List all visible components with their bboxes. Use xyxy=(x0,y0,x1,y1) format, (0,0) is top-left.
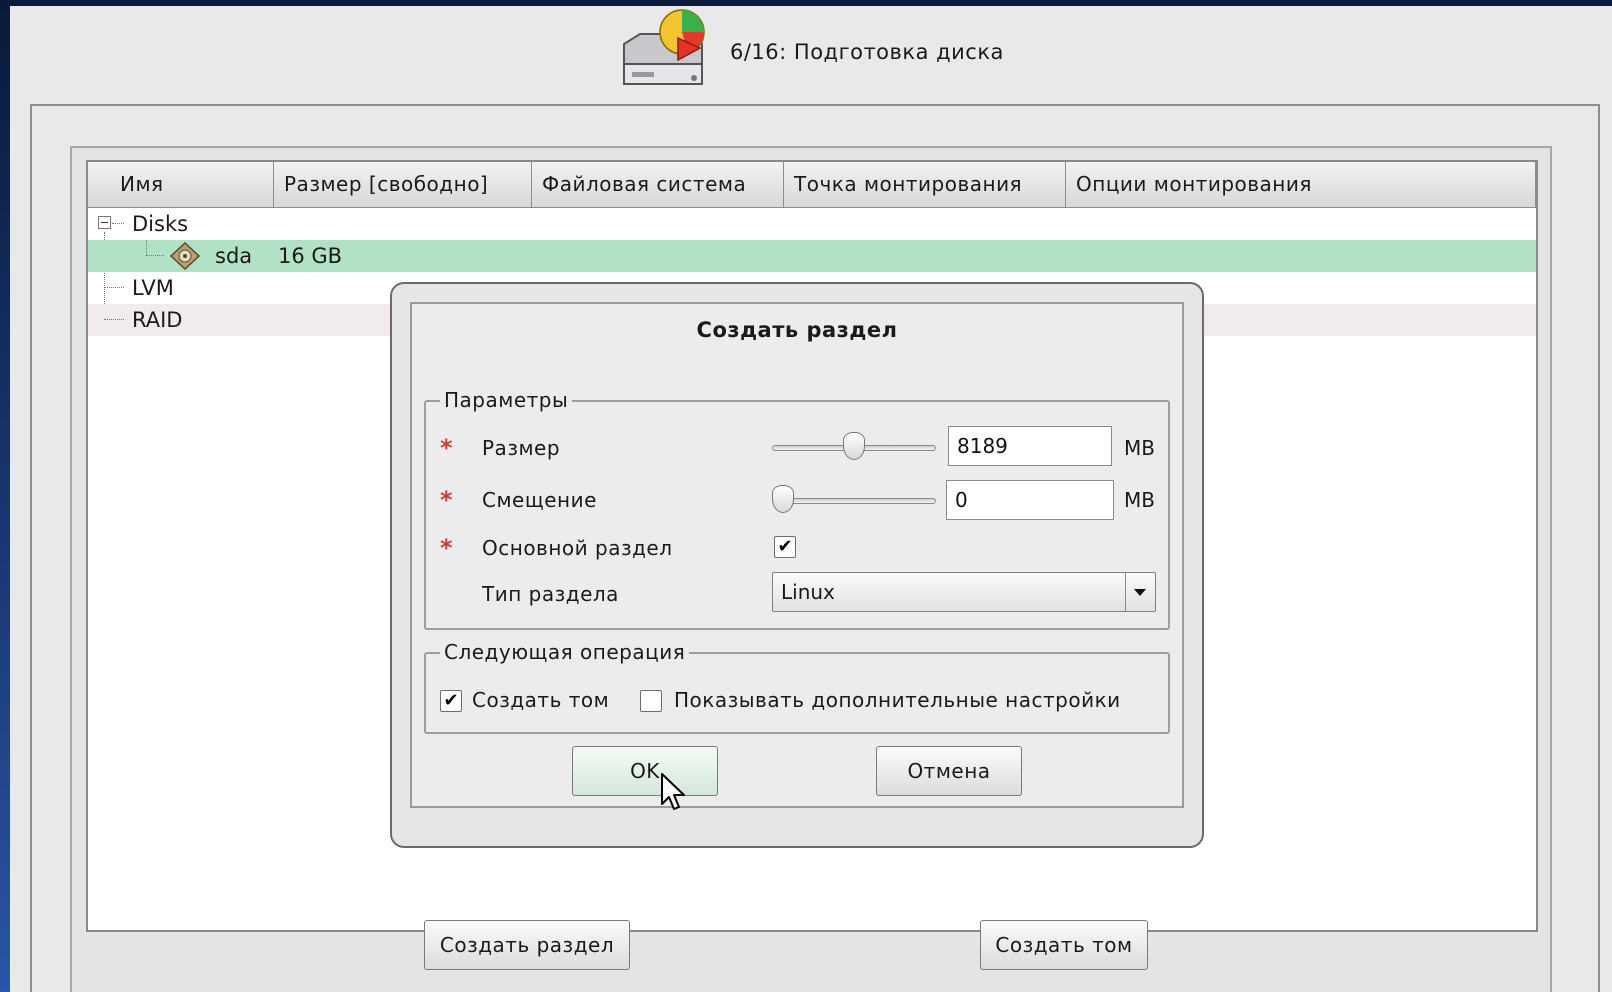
create-volume-checkbox[interactable]: ✔ xyxy=(440,690,462,712)
column-header-filesystem[interactable]: Файловая система xyxy=(532,162,784,208)
create-partition-dialog: Создать раздел Параметры * Размер MB * С… xyxy=(390,282,1204,848)
tree-label-raid: RAID xyxy=(132,308,183,332)
partition-type-value: Linux xyxy=(781,580,835,604)
ok-button[interactable]: OK xyxy=(572,746,718,796)
parameters-group: Параметры * Размер MB * Смещение MB * Ос… xyxy=(424,388,1170,630)
partition-type-select[interactable]: Linux xyxy=(772,572,1156,612)
size-label: Размер xyxy=(482,436,561,460)
column-header-size[interactable]: Размер [свободно] xyxy=(274,162,532,208)
tree-label-sda: sda xyxy=(215,244,253,268)
show-advanced-checkbox[interactable] xyxy=(640,690,662,712)
column-header-mount-options[interactable]: Опции монтирования xyxy=(1066,162,1536,208)
tree-size-sda: 16 GB xyxy=(278,244,343,268)
tree-guide-line xyxy=(146,240,147,255)
create-partition-button[interactable]: Создать раздел xyxy=(424,920,630,970)
create-volume-label: Создать том xyxy=(472,688,610,712)
offset-label: Смещение xyxy=(482,488,597,512)
tree-row-disks[interactable]: Disks xyxy=(88,208,1536,240)
tree-guide-line xyxy=(104,287,124,288)
desktop-background: 6/16: Подготовка диска Имя Размер [свобо… xyxy=(0,0,1612,992)
required-marker: * xyxy=(440,434,453,462)
size-slider-handle[interactable] xyxy=(843,432,865,460)
tree-label-disks: Disks xyxy=(132,212,189,236)
next-operation-group: Следующая операция ✔ Создать том Показыв… xyxy=(424,640,1170,734)
collapse-icon[interactable] xyxy=(98,216,111,229)
size-input[interactable] xyxy=(948,426,1112,466)
tree-guide-line xyxy=(104,319,124,320)
create-volume-button[interactable]: Создать том xyxy=(980,920,1148,970)
required-marker: * xyxy=(440,534,453,562)
mouse-cursor-icon xyxy=(661,773,685,810)
primary-partition-checkbox[interactable]: ✔ xyxy=(774,536,796,558)
tree-label-lvm: LVM xyxy=(132,276,174,300)
show-advanced-label: Показывать дополнительные настройки xyxy=(674,688,1121,712)
offset-slider[interactable] xyxy=(772,498,936,504)
offset-unit: MB xyxy=(1124,488,1155,512)
dialog-body: Создать раздел Параметры * Размер MB * С… xyxy=(410,302,1184,808)
tree-row-sda[interactable]: sda 16 GB xyxy=(88,240,1536,272)
hard-disk-icon xyxy=(170,242,200,270)
installer-window: 6/16: Подготовка диска Имя Размер [свобо… xyxy=(10,6,1612,992)
primary-partition-label: Основной раздел xyxy=(482,536,673,560)
column-header-mount-point[interactable]: Точка монтирования xyxy=(784,162,1066,208)
disk-partition-icon xyxy=(623,9,705,85)
next-operation-group-label: Следующая операция xyxy=(440,640,690,664)
partition-type-label: Тип раздела xyxy=(482,582,619,606)
step-title: 6/16: Подготовка диска xyxy=(730,40,1004,64)
required-marker: * xyxy=(440,486,453,514)
offset-slider-handle[interactable] xyxy=(772,485,794,513)
offset-input[interactable] xyxy=(946,480,1114,520)
chevron-down-icon[interactable] xyxy=(1125,573,1155,611)
cancel-button[interactable]: Отмена xyxy=(876,746,1022,796)
parameters-group-label: Параметры xyxy=(440,388,573,412)
tree-guide-line xyxy=(112,223,124,224)
size-unit: MB xyxy=(1124,436,1155,460)
column-header-name[interactable]: Имя xyxy=(88,162,274,208)
dialog-title: Создать раздел xyxy=(696,318,898,342)
tree-guide-line xyxy=(146,255,164,256)
